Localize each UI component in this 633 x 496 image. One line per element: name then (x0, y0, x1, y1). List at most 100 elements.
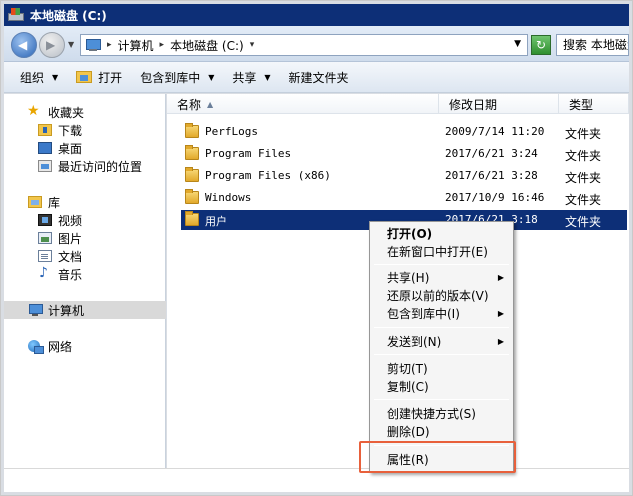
menu-item-delete[interactable]: 删除(D) (371, 423, 512, 441)
file-row[interactable]: Program Files (x86) 2017/6/21 3:28 文件夹 (181, 166, 627, 186)
nav-computer-label: 计算机 (48, 303, 85, 318)
menu-item-include-library-label: 包含到库中(I) (387, 307, 460, 321)
file-row[interactable]: Program Files 2017/6/21 3:24 文件夹 (181, 144, 627, 164)
nav-downloads-label: 下载 (58, 123, 83, 138)
menu-item-share-label: 共享(H) (387, 271, 430, 285)
computer-icon (28, 304, 43, 316)
file-date: 2017/6/21 3:24 (445, 147, 538, 160)
nav-recent[interactable]: 最近访问的位置 (4, 157, 166, 175)
open-button[interactable]: 打开 (76, 69, 122, 86)
library-icon (28, 196, 42, 208)
menu-item-open[interactable]: 打开(O) (371, 225, 512, 243)
nav-pictures-label: 图片 (58, 231, 83, 246)
nav-videos-label: 视频 (58, 213, 83, 228)
include-library-label: 包含到库中 (140, 70, 201, 85)
nav-downloads[interactable]: 下载 (4, 121, 166, 139)
menu-item-open-new-window[interactable]: 在新窗口中打开(E) (371, 243, 512, 261)
properties-highlight-box (359, 441, 516, 473)
download-folder-icon (38, 124, 52, 136)
column-header-date[interactable]: 修改日期 (439, 94, 559, 114)
file-date: 2009/7/14 11:20 (445, 125, 545, 138)
forward-button[interactable]: ▶ (39, 32, 65, 58)
sort-ascending-icon: ▲ (207, 99, 214, 109)
chevron-right-icon[interactable]: ▸ (107, 40, 112, 50)
submenu-arrow-icon: ▶ (497, 337, 504, 346)
file-name: PerfLogs (205, 125, 258, 138)
nav-music-label: 音乐 (58, 267, 83, 282)
folder-icon (185, 189, 199, 204)
recent-places-icon (38, 160, 52, 172)
menu-item-share[interactable]: 共享(H) ▶ (371, 269, 512, 287)
folder-icon (185, 211, 199, 226)
menu-item-send-to-label: 发送到(N) (387, 335, 442, 349)
include-library-button[interactable]: 包含到库中 ▼ (140, 69, 214, 86)
status-strip (4, 468, 629, 492)
chevron-down-icon: ▼ (208, 72, 215, 82)
refresh-button[interactable]: ↻ (531, 35, 551, 55)
nav-desktop[interactable]: 桌面 (4, 139, 166, 157)
document-icon (38, 250, 52, 262)
nav-documents-label: 文档 (58, 249, 83, 264)
file-date: 2017/10/9 16:46 (445, 191, 545, 204)
column-header-type[interactable]: 类型 (559, 94, 629, 114)
folder-icon (185, 167, 199, 182)
menu-item-restore-versions[interactable]: 还原以前的版本(V) (371, 287, 512, 305)
column-name-label: 名称 (177, 97, 202, 112)
address-dropdown[interactable]: ▼ (514, 39, 521, 49)
menu-item-copy[interactable]: 复制(C) (371, 378, 512, 396)
organize-button[interactable]: 组织 ▼ (20, 69, 58, 86)
share-button[interactable]: 共享 ▼ (232, 69, 270, 86)
drive-icon (8, 8, 24, 22)
chevron-right-icon[interactable]: ▸ (160, 40, 165, 50)
navigation-pane: 收藏夹 下载 桌面 最近访问的位置 库 视频 图片 文档 音乐 计算机 网络 (4, 94, 166, 468)
nav-computer[interactable]: 计算机 (4, 301, 166, 319)
column-type-label: 类型 (569, 97, 594, 112)
arrow-right-icon: ▶ (46, 38, 56, 52)
file-type: 文件夹 (565, 127, 602, 141)
nav-favorites-label: 收藏夹 (48, 105, 85, 120)
menu-item-create-shortcut[interactable]: 创建快捷方式(S) (371, 405, 512, 423)
window-title: 本地磁盘 (C:) (30, 8, 107, 23)
refresh-icon: ↻ (535, 38, 547, 52)
nav-music[interactable]: 音乐 (4, 265, 166, 283)
file-name: Windows (205, 191, 252, 204)
address-bar[interactable]: ▸ 计算机 ▸ 本地磁盘 (C:) ▾ ▼ (80, 34, 528, 56)
file-row[interactable]: PerfLogs 2009/7/14 11:20 文件夹 (181, 122, 627, 142)
star-icon (27, 103, 42, 119)
nav-network[interactable]: 网络 (4, 337, 166, 355)
video-icon (38, 214, 52, 226)
folder-icon (185, 123, 199, 138)
menu-separator (374, 327, 509, 328)
menu-item-send-to[interactable]: 发送到(N) ▶ (371, 333, 512, 351)
open-label: 打开 (98, 70, 123, 85)
nav-recent-label: 最近访问的位置 (58, 159, 143, 174)
search-input[interactable]: 搜索 本地磁盘 (C:) (556, 34, 629, 56)
arrow-left-icon: ◀ (18, 38, 28, 52)
nav-favorites[interactable]: 收藏夹 (4, 103, 166, 121)
organize-label: 组织 (20, 70, 45, 85)
column-header-name[interactable]: 名称 ▲ (167, 94, 439, 114)
file-row[interactable]: Windows 2017/10/9 16:46 文件夹 (181, 188, 627, 208)
recent-pages-dropdown[interactable]: ▼ (68, 40, 74, 49)
file-type: 文件夹 (565, 215, 602, 229)
nav-pictures[interactable]: 图片 (4, 229, 166, 247)
back-button[interactable]: ◀ (11, 32, 37, 58)
menu-item-cut[interactable]: 剪切(T) (371, 360, 512, 378)
breadcrumb-local-disk[interactable]: 本地磁盘 (C:) (170, 37, 244, 54)
chevron-down-icon: ▼ (52, 72, 59, 82)
picture-icon (38, 232, 52, 244)
chevron-down-icon[interactable]: ▾ (250, 40, 255, 50)
menu-item-include-library[interactable]: 包含到库中(I) ▶ (371, 305, 512, 323)
file-date: 2017/6/21 3:28 (445, 169, 538, 182)
nav-libraries[interactable]: 库 (4, 193, 166, 211)
file-type: 文件夹 (565, 171, 602, 185)
file-type: 文件夹 (565, 149, 602, 163)
file-name: Program Files (205, 147, 292, 160)
file-type: 文件夹 (565, 193, 602, 207)
breadcrumb-computer[interactable]: 计算机 (118, 37, 154, 54)
submenu-arrow-icon: ▶ (497, 309, 504, 318)
share-label: 共享 (232, 70, 257, 85)
new-folder-button[interactable]: 新建文件夹 (289, 69, 349, 86)
nav-documents[interactable]: 文档 (4, 247, 166, 265)
nav-videos[interactable]: 视频 (4, 211, 166, 229)
